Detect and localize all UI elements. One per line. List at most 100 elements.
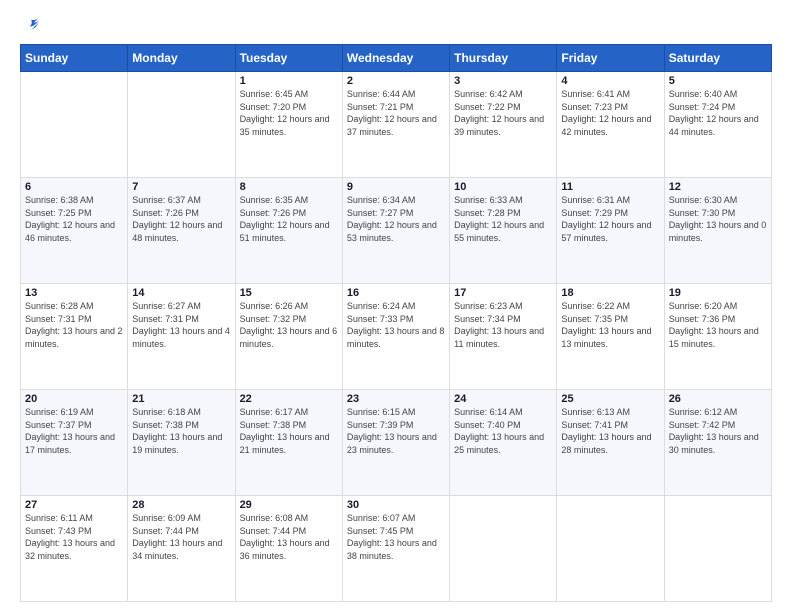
day-info: Sunrise: 6:14 AMSunset: 7:40 PMDaylight:… (454, 406, 552, 456)
weekday-sunday: Sunday (21, 45, 128, 72)
calendar-cell: 21Sunrise: 6:18 AMSunset: 7:38 PMDayligh… (128, 390, 235, 496)
day-info: Sunrise: 6:11 AMSunset: 7:43 PMDaylight:… (25, 512, 123, 562)
calendar-cell: 2Sunrise: 6:44 AMSunset: 7:21 PMDaylight… (342, 72, 449, 178)
weekday-tuesday: Tuesday (235, 45, 342, 72)
weekday-header-row: SundayMondayTuesdayWednesdayThursdayFrid… (21, 45, 772, 72)
logo-bird-icon (22, 16, 40, 34)
day-number: 10 (454, 181, 552, 193)
day-info: Sunrise: 6:40 AMSunset: 7:24 PMDaylight:… (669, 88, 767, 138)
day-info: Sunrise: 6:41 AMSunset: 7:23 PMDaylight:… (561, 88, 659, 138)
calendar-cell (128, 72, 235, 178)
weekday-wednesday: Wednesday (342, 45, 449, 72)
calendar-cell: 24Sunrise: 6:14 AMSunset: 7:40 PMDayligh… (450, 390, 557, 496)
day-number: 8 (240, 181, 338, 193)
day-info: Sunrise: 6:09 AMSunset: 7:44 PMDaylight:… (132, 512, 230, 562)
day-number: 3 (454, 75, 552, 87)
day-info: Sunrise: 6:13 AMSunset: 7:41 PMDaylight:… (561, 406, 659, 456)
calendar-cell: 28Sunrise: 6:09 AMSunset: 7:44 PMDayligh… (128, 496, 235, 602)
week-row-3: 13Sunrise: 6:28 AMSunset: 7:31 PMDayligh… (21, 284, 772, 390)
logo (20, 16, 40, 34)
calendar-cell: 23Sunrise: 6:15 AMSunset: 7:39 PMDayligh… (342, 390, 449, 496)
day-info: Sunrise: 6:34 AMSunset: 7:27 PMDaylight:… (347, 194, 445, 244)
day-number: 25 (561, 393, 659, 405)
day-number: 30 (347, 499, 445, 511)
calendar-cell: 18Sunrise: 6:22 AMSunset: 7:35 PMDayligh… (557, 284, 664, 390)
day-info: Sunrise: 6:26 AMSunset: 7:32 PMDaylight:… (240, 300, 338, 350)
logo-text (20, 16, 40, 34)
day-info: Sunrise: 6:37 AMSunset: 7:26 PMDaylight:… (132, 194, 230, 244)
calendar-cell: 17Sunrise: 6:23 AMSunset: 7:34 PMDayligh… (450, 284, 557, 390)
calendar-cell: 26Sunrise: 6:12 AMSunset: 7:42 PMDayligh… (664, 390, 771, 496)
day-number: 5 (669, 75, 767, 87)
day-info: Sunrise: 6:30 AMSunset: 7:30 PMDaylight:… (669, 194, 767, 244)
day-info: Sunrise: 6:44 AMSunset: 7:21 PMDaylight:… (347, 88, 445, 138)
day-number: 29 (240, 499, 338, 511)
calendar-cell (557, 496, 664, 602)
day-info: Sunrise: 6:18 AMSunset: 7:38 PMDaylight:… (132, 406, 230, 456)
day-info: Sunrise: 6:20 AMSunset: 7:36 PMDaylight:… (669, 300, 767, 350)
day-info: Sunrise: 6:17 AMSunset: 7:38 PMDaylight:… (240, 406, 338, 456)
day-number: 1 (240, 75, 338, 87)
day-number: 9 (347, 181, 445, 193)
day-info: Sunrise: 6:45 AMSunset: 7:20 PMDaylight:… (240, 88, 338, 138)
calendar-cell: 11Sunrise: 6:31 AMSunset: 7:29 PMDayligh… (557, 178, 664, 284)
day-number: 21 (132, 393, 230, 405)
day-info: Sunrise: 6:19 AMSunset: 7:37 PMDaylight:… (25, 406, 123, 456)
day-number: 22 (240, 393, 338, 405)
calendar-cell (664, 496, 771, 602)
day-number: 17 (454, 287, 552, 299)
day-info: Sunrise: 6:15 AMSunset: 7:39 PMDaylight:… (347, 406, 445, 456)
day-info: Sunrise: 6:38 AMSunset: 7:25 PMDaylight:… (25, 194, 123, 244)
day-number: 15 (240, 287, 338, 299)
calendar-cell: 9Sunrise: 6:34 AMSunset: 7:27 PMDaylight… (342, 178, 449, 284)
calendar-cell: 10Sunrise: 6:33 AMSunset: 7:28 PMDayligh… (450, 178, 557, 284)
calendar-cell: 5Sunrise: 6:40 AMSunset: 7:24 PMDaylight… (664, 72, 771, 178)
calendar-cell: 6Sunrise: 6:38 AMSunset: 7:25 PMDaylight… (21, 178, 128, 284)
day-info: Sunrise: 6:42 AMSunset: 7:22 PMDaylight:… (454, 88, 552, 138)
day-info: Sunrise: 6:22 AMSunset: 7:35 PMDaylight:… (561, 300, 659, 350)
week-row-2: 6Sunrise: 6:38 AMSunset: 7:25 PMDaylight… (21, 178, 772, 284)
calendar-cell: 20Sunrise: 6:19 AMSunset: 7:37 PMDayligh… (21, 390, 128, 496)
week-row-1: 1Sunrise: 6:45 AMSunset: 7:20 PMDaylight… (21, 72, 772, 178)
calendar-cell: 13Sunrise: 6:28 AMSunset: 7:31 PMDayligh… (21, 284, 128, 390)
calendar-cell: 14Sunrise: 6:27 AMSunset: 7:31 PMDayligh… (128, 284, 235, 390)
day-number: 28 (132, 499, 230, 511)
calendar-cell (450, 496, 557, 602)
day-number: 27 (25, 499, 123, 511)
day-number: 14 (132, 287, 230, 299)
weekday-saturday: Saturday (664, 45, 771, 72)
day-number: 7 (132, 181, 230, 193)
day-number: 13 (25, 287, 123, 299)
calendar-cell: 25Sunrise: 6:13 AMSunset: 7:41 PMDayligh… (557, 390, 664, 496)
calendar-cell: 19Sunrise: 6:20 AMSunset: 7:36 PMDayligh… (664, 284, 771, 390)
day-number: 19 (669, 287, 767, 299)
calendar-table: SundayMondayTuesdayWednesdayThursdayFrid… (20, 44, 772, 602)
calendar-cell: 7Sunrise: 6:37 AMSunset: 7:26 PMDaylight… (128, 178, 235, 284)
day-number: 11 (561, 181, 659, 193)
calendar-cell: 3Sunrise: 6:42 AMSunset: 7:22 PMDaylight… (450, 72, 557, 178)
calendar-cell: 15Sunrise: 6:26 AMSunset: 7:32 PMDayligh… (235, 284, 342, 390)
calendar-cell (21, 72, 128, 178)
weekday-monday: Monday (128, 45, 235, 72)
day-number: 23 (347, 393, 445, 405)
calendar-cell: 8Sunrise: 6:35 AMSunset: 7:26 PMDaylight… (235, 178, 342, 284)
day-number: 2 (347, 75, 445, 87)
day-info: Sunrise: 6:08 AMSunset: 7:44 PMDaylight:… (240, 512, 338, 562)
day-info: Sunrise: 6:23 AMSunset: 7:34 PMDaylight:… (454, 300, 552, 350)
day-number: 26 (669, 393, 767, 405)
day-number: 16 (347, 287, 445, 299)
week-row-5: 27Sunrise: 6:11 AMSunset: 7:43 PMDayligh… (21, 496, 772, 602)
calendar-cell: 27Sunrise: 6:11 AMSunset: 7:43 PMDayligh… (21, 496, 128, 602)
header (20, 16, 772, 34)
page: SundayMondayTuesdayWednesdayThursdayFrid… (0, 0, 792, 612)
day-number: 12 (669, 181, 767, 193)
calendar-cell: 22Sunrise: 6:17 AMSunset: 7:38 PMDayligh… (235, 390, 342, 496)
calendar-cell: 4Sunrise: 6:41 AMSunset: 7:23 PMDaylight… (557, 72, 664, 178)
day-info: Sunrise: 6:35 AMSunset: 7:26 PMDaylight:… (240, 194, 338, 244)
weekday-friday: Friday (557, 45, 664, 72)
day-info: Sunrise: 6:24 AMSunset: 7:33 PMDaylight:… (347, 300, 445, 350)
week-row-4: 20Sunrise: 6:19 AMSunset: 7:37 PMDayligh… (21, 390, 772, 496)
day-info: Sunrise: 6:27 AMSunset: 7:31 PMDaylight:… (132, 300, 230, 350)
calendar-cell: 1Sunrise: 6:45 AMSunset: 7:20 PMDaylight… (235, 72, 342, 178)
calendar-cell: 29Sunrise: 6:08 AMSunset: 7:44 PMDayligh… (235, 496, 342, 602)
